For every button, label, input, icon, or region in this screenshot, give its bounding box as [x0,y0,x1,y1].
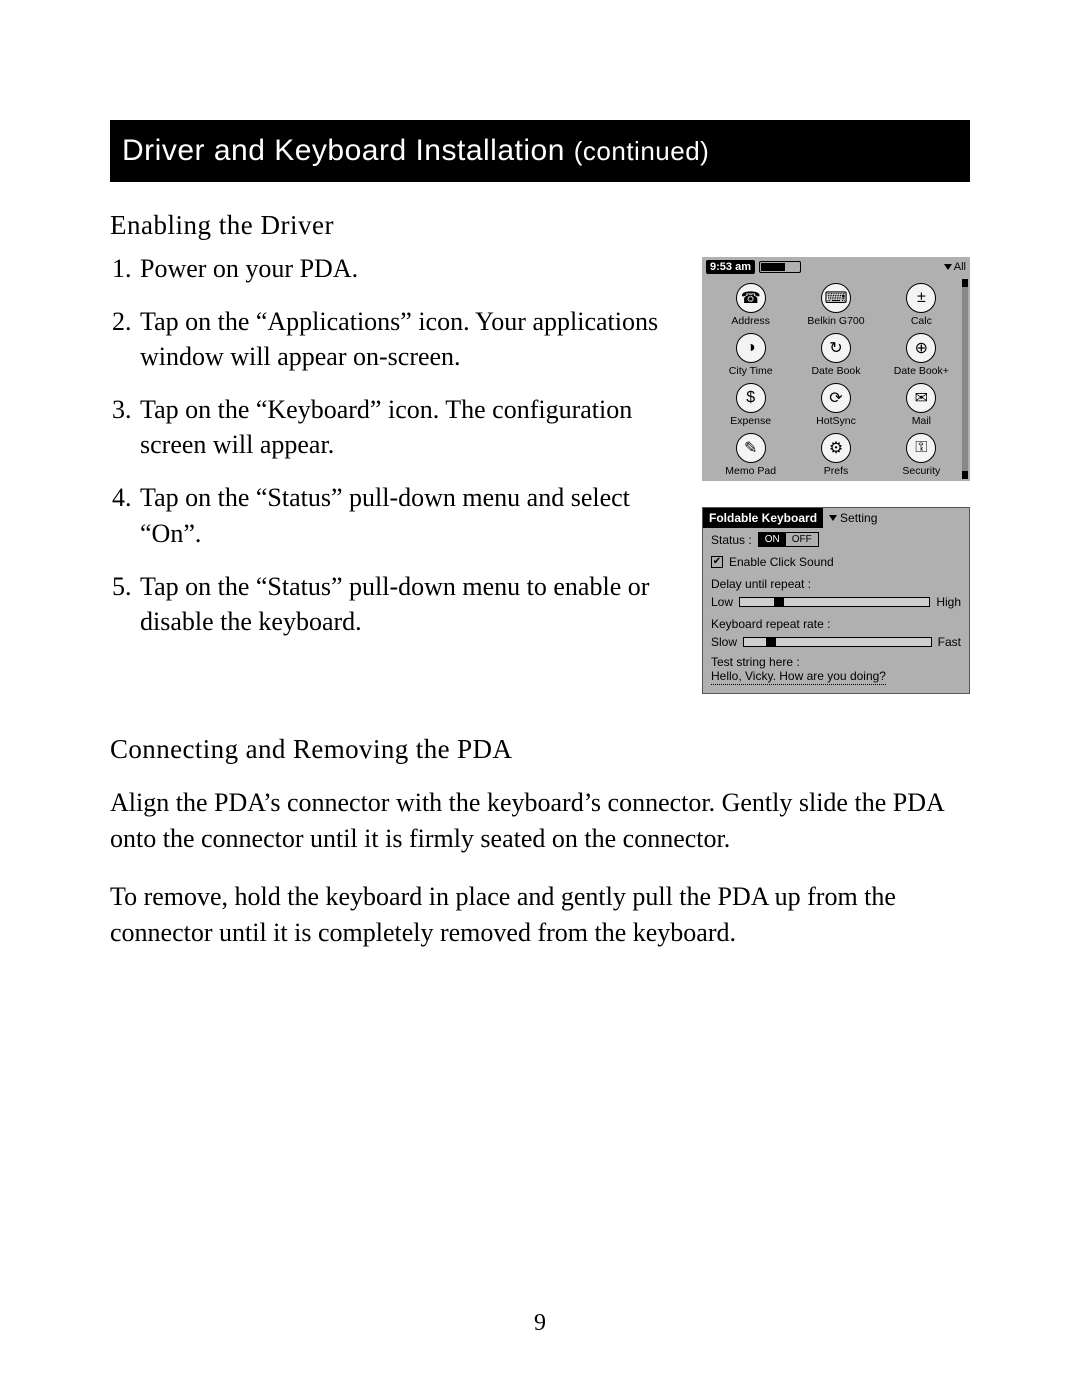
security-icon: ⚿ [906,433,936,463]
app-label: Date Book+ [894,365,949,377]
step-3: Tap on the “Keyboard” icon. The configur… [138,392,682,462]
body-prose: Align the PDA’s connector with the keybo… [110,785,970,951]
settings-view-dropdown[interactable]: Setting [823,508,969,528]
app-label: Address [731,315,770,327]
paragraph-connect: Align the PDA’s connector with the keybo… [110,785,970,857]
repeat-fast-label: Fast [938,635,961,649]
settings-titlebar: Foldable Keyboard Setting [703,508,969,528]
address-icon: ☎ [736,283,766,313]
category-label: All [954,261,966,273]
chevron-down-icon [944,264,952,270]
page-number: 9 [0,1310,1080,1337]
page: Driver and Keyboard Installation (contin… [0,0,1080,951]
app-date-book[interactable]: ↻ Date Book [793,333,878,377]
app-label: Date Book [811,365,860,377]
step-1: Power on your PDA. [138,251,682,286]
app-grid: ☎ Address ⌨ Belkin G700 ± Calc ◑ City Time ↻… [702,277,970,479]
battery-icon [759,261,801,273]
section-title-bar: Driver and Keyboard Installation (contin… [110,120,970,182]
subheading-connecting: Connecting and Removing the PDA [110,734,970,765]
click-sound-checkbox[interactable]: ✔ [711,556,723,568]
category-dropdown[interactable]: All [944,261,966,273]
app-calc[interactable]: ± Calc [879,283,964,327]
chevron-down-icon [829,515,837,521]
status-off: OFF [786,533,818,546]
app-belkin-g700[interactable]: ⌨ Belkin G700 [793,283,878,327]
repeat-rate-label: Keyboard repeat rate : [711,617,830,631]
globe-icon: ◑ [736,333,766,363]
app-label: Security [902,465,940,477]
instruction-steps: Power on your PDA. Tap on the “Applicati… [110,251,682,657]
calc-icon: ± [906,283,936,313]
section-title: Driver and Keyboard Installation [122,134,574,167]
repeat-slow-label: Slow [711,635,737,649]
settings-view-label: Setting [840,511,877,525]
delay-label: Delay until repeat : [711,577,811,591]
figures-column: 9:53 am All ☎ Address ⌨ Belkin G700 ± Calc … [702,257,970,694]
app-label: City Time [729,365,773,377]
app-label: Calc [911,315,932,327]
datebookplus-icon: ⊕ [906,333,936,363]
click-sound-label: Enable Click Sound [729,555,834,569]
app-hotsync[interactable]: ⟳ HotSync [793,383,878,427]
status-on: ON [759,533,786,546]
keyboard-settings-figure: Foldable Keyboard Setting Status : ON OF… [702,507,970,694]
app-label: Expense [730,415,771,427]
datebook-icon: ↻ [821,333,851,363]
app-label: Belkin G700 [807,315,864,327]
delay-low-label: Low [711,595,733,609]
app-city-time[interactable]: ◑ City Time [708,333,793,377]
expense-icon: $ [736,383,766,413]
memo-icon: ✎ [736,433,766,463]
status-toggle[interactable]: ON OFF [758,532,819,547]
keyboard-icon: ⌨ [821,283,851,313]
prefs-icon: ⚙ [821,433,851,463]
app-mail[interactable]: ✉ Mail [879,383,964,427]
subheading-enabling-driver: Enabling the Driver [110,210,970,241]
app-prefs[interactable]: ⚙ Prefs [793,433,878,477]
test-string-input[interactable]: Hello, Vicky. How are you doing? [711,669,886,685]
app-memo-pad[interactable]: ✎ Memo Pad [708,433,793,477]
delay-slider[interactable] [739,597,930,607]
step-2: Tap on the “Applications” icon. Your app… [138,304,682,374]
step-4: Tap on the “Status” pull-down menu and s… [138,480,682,550]
pda-topbar: 9:53 am All [702,257,970,277]
hotsync-icon: ⟳ [821,383,851,413]
scrollbar[interactable] [962,279,968,479]
mail-icon: ✉ [906,383,936,413]
app-label: HotSync [816,415,856,427]
pda-launcher-figure: 9:53 am All ☎ Address ⌨ Belkin G700 ± Calc … [702,257,970,481]
app-label: Prefs [824,465,849,477]
app-expense[interactable]: $ Expense [708,383,793,427]
status-label: Status : [711,533,752,547]
app-label: Mail [912,415,931,427]
app-date-book-plus[interactable]: ⊕ Date Book+ [879,333,964,377]
app-label: Memo Pad [725,465,776,477]
paragraph-remove: To remove, hold the keyboard in place an… [110,879,970,951]
repeat-rate-slider[interactable] [743,637,932,647]
delay-high-label: High [936,595,961,609]
section-title-continued: (continued) [574,136,710,166]
app-security[interactable]: ⚿ Security [879,433,964,477]
test-string-label: Test string here : [711,655,961,669]
pda-time: 9:53 am [706,260,755,274]
settings-app-name: Foldable Keyboard [703,511,823,525]
step-5: Tap on the “Status” pull-down menu to en… [138,569,682,639]
app-address[interactable]: ☎ Address [708,283,793,327]
